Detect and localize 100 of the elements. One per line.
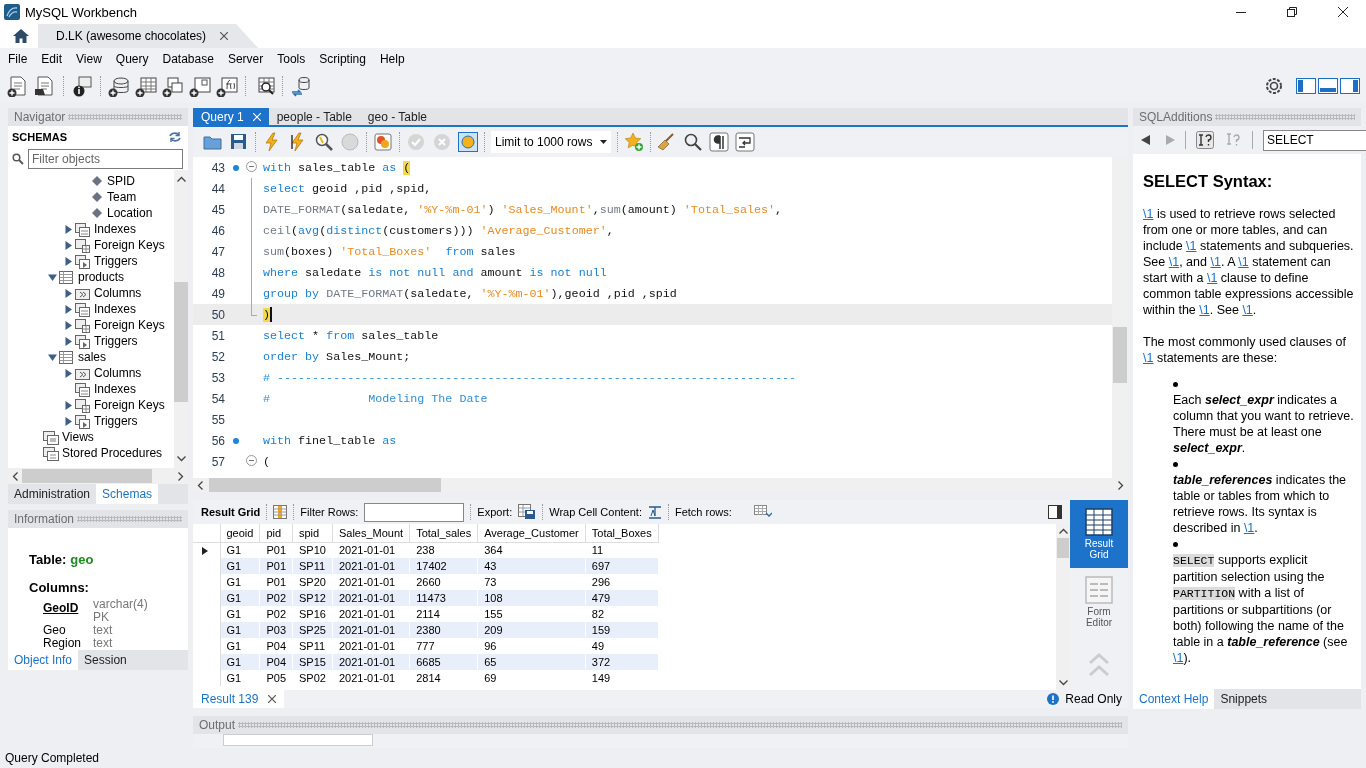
tree-item[interactable]: Location	[104, 206, 153, 220]
column-header[interactable]: Average_Customer	[477, 524, 586, 542]
create-procedure-icon[interactable]	[189, 75, 211, 97]
back-icon[interactable]	[1141, 135, 1150, 145]
result-tab[interactable]: Result 139	[193, 690, 285, 708]
menu-item[interactable]: Scripting	[312, 49, 373, 69]
search-icon[interactable]	[683, 132, 703, 152]
menu-item[interactable]: Tools	[270, 49, 313, 69]
tree-item[interactable]: Indexes	[91, 222, 137, 236]
menu-item[interactable]: View	[69, 49, 109, 69]
expand-arrow-icon[interactable]	[63, 304, 73, 314]
fold-toggle-icon[interactable]	[246, 455, 257, 466]
panel-tab[interactable]: Snippets	[1214, 689, 1274, 709]
panel-tab[interactable]: Session	[78, 650, 133, 670]
column-header[interactable]: Sales_Mount	[332, 524, 410, 542]
expand-arrow-icon[interactable]	[63, 416, 73, 426]
editor-tab[interactable]: people - Table	[268, 108, 360, 125]
word-wrap-icon[interactable]	[735, 132, 755, 152]
scrollbar-thumb[interactable]	[1057, 538, 1069, 558]
reconnect-icon[interactable]	[290, 75, 312, 97]
create-table-icon[interactable]	[135, 75, 157, 97]
column-header[interactable]: pid	[259, 524, 293, 542]
editor-tab[interactable]: Query 1	[193, 108, 269, 125]
toggle-secondary-sidebar-icon[interactable]	[1340, 78, 1360, 94]
toggle-error-icon[interactable]	[373, 132, 393, 152]
connection-tab[interactable]: D.LK (awesome chocolates)	[38, 24, 259, 48]
tree-item[interactable]: Foreign Keys	[91, 398, 165, 412]
autocommit-icon[interactable]	[458, 132, 478, 152]
column-header[interactable]: geoid	[220, 524, 260, 542]
collapse-arrow-icon[interactable]	[47, 272, 57, 282]
expand-arrow-icon[interactable]	[63, 224, 73, 234]
expand-arrow-icon[interactable]	[63, 336, 73, 346]
panel-tab[interactable]: Administration	[8, 484, 97, 504]
close-icon[interactable]	[220, 32, 229, 40]
column-header[interactable]: spid	[292, 524, 333, 542]
help-link[interactable]: \1	[1186, 239, 1197, 253]
expand-arrow-icon[interactable]	[63, 288, 73, 298]
magnifier-icon[interactable]	[314, 132, 334, 152]
help-link[interactable]: \1	[1242, 303, 1253, 317]
tree-item[interactable]: Stored Procedures	[59, 446, 163, 460]
tree-item[interactable]: Columns	[91, 286, 142, 300]
help-topic-field[interactable]: SELECT	[1263, 129, 1366, 151]
menu-item[interactable]: Server	[220, 49, 271, 69]
refresh-icon[interactable]	[168, 131, 182, 143]
tree-item[interactable]: SPID	[104, 174, 135, 188]
close-icon[interactable]	[268, 695, 277, 703]
tree-item[interactable]: Triggers	[91, 254, 138, 268]
vertical-scrollbar[interactable]	[1056, 524, 1070, 690]
help-link[interactable]: \1	[1173, 651, 1184, 665]
help-link[interactable]: \1	[1206, 271, 1218, 285]
tree-item[interactable]: Indexes	[91, 382, 137, 396]
tree-item[interactable]: sales	[75, 350, 106, 364]
panel-tab[interactable]: Context Help	[1133, 689, 1215, 709]
tree-item[interactable]: Columns	[91, 366, 142, 380]
export-icon[interactable]	[518, 504, 537, 520]
tree-item[interactable]: Team	[104, 190, 137, 204]
toggle-panel-icon[interactable]	[1048, 505, 1062, 519]
filter-field[interactable]: Filter objects	[28, 149, 183, 169]
tree-item[interactable]: Views	[59, 430, 94, 444]
create-schema-icon[interactable]	[108, 75, 130, 97]
save-icon[interactable]	[229, 132, 249, 152]
invisible-characters-icon[interactable]	[709, 132, 729, 152]
filter-rows-field[interactable]	[364, 502, 465, 522]
column-header[interactable]: Total_Boxes	[585, 524, 659, 542]
help-link[interactable]: \1	[1238, 255, 1249, 269]
wrap-text-icon[interactable]	[647, 505, 662, 519]
tree-item[interactable]: Triggers	[91, 414, 138, 428]
fold-toggle-icon[interactable]	[246, 161, 257, 172]
tree-item[interactable]: Triggers	[91, 334, 138, 348]
manual-help-icon[interactable]	[1196, 131, 1214, 149]
menu-item[interactable]: Database	[155, 49, 221, 69]
menu-item[interactable]: Query	[108, 49, 156, 69]
fetch-rows-icon[interactable]	[753, 505, 772, 519]
expand-arrow-icon[interactable]	[63, 400, 73, 410]
expand-arrow-icon[interactable]	[63, 256, 73, 266]
tree-item[interactable]: Indexes	[91, 302, 137, 316]
menu-item[interactable]: File	[1, 49, 35, 69]
open-sql-file-icon[interactable]	[34, 75, 56, 97]
expand-arrow-icon[interactable]	[63, 320, 73, 330]
column-header[interactable]: Total_sales	[409, 524, 478, 542]
tree-item[interactable]: products	[75, 270, 125, 284]
settings-icon[interactable]	[1265, 77, 1283, 95]
tree-item[interactable]: Foreign Keys	[91, 238, 165, 252]
editor-tab[interactable]: geo - Table	[359, 108, 435, 125]
create-view-icon[interactable]	[162, 75, 184, 97]
view-mode-button[interactable]: Result Grid	[1070, 500, 1128, 568]
limit-dropdown[interactable]: Limit to 1000 rows	[491, 131, 611, 153]
panel-tab[interactable]: Object Info	[8, 650, 79, 670]
menu-item[interactable]: Help	[372, 49, 412, 69]
help-link[interactable]: \1	[1199, 303, 1210, 317]
tree-item[interactable]: Foreign Keys	[91, 318, 165, 332]
help-link[interactable]: \1	[1143, 351, 1154, 365]
expand-arrow-icon[interactable]	[63, 240, 73, 250]
panel-tab[interactable]: Schemas	[96, 484, 159, 504]
grid-columns-icon[interactable]	[273, 505, 288, 519]
toggle-output-icon[interactable]	[1318, 78, 1338, 94]
star-plus-icon[interactable]	[624, 132, 644, 152]
expand-arrow-icon[interactable]	[63, 368, 73, 378]
info-icon[interactable]	[71, 75, 93, 97]
new-sql-tab-icon[interactable]	[7, 75, 29, 97]
